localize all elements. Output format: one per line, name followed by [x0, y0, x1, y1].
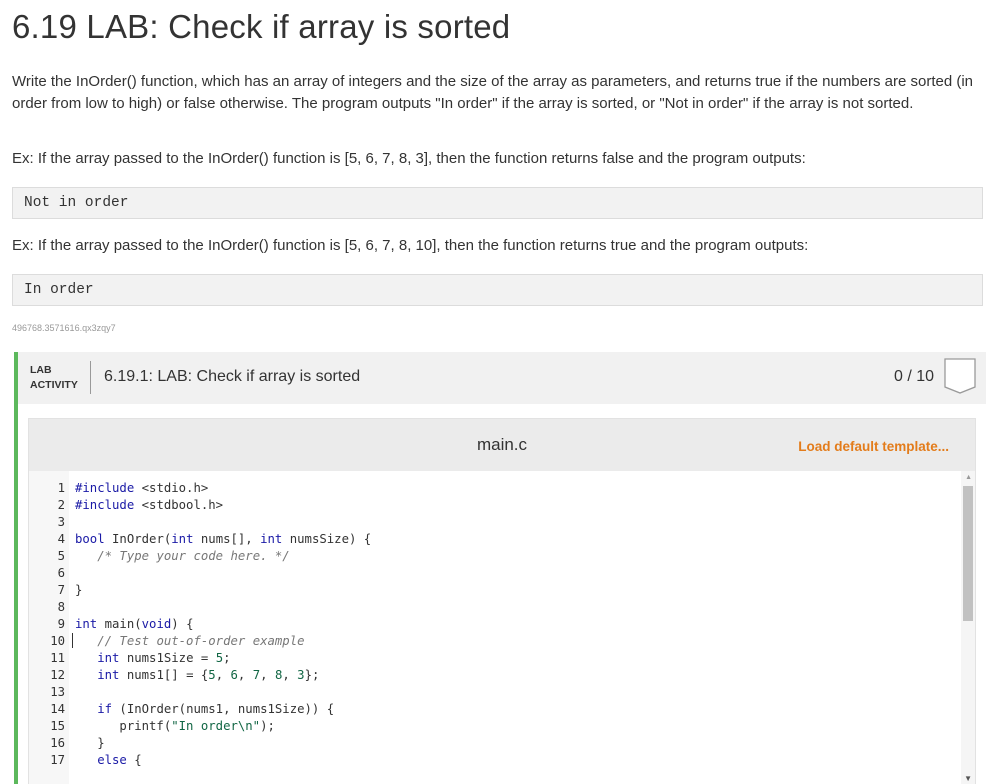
line-number: 12 — [50, 668, 65, 682]
code-line: 6 — [29, 565, 959, 582]
lab-title: 6.19.1: LAB: Check if array is sorted — [104, 368, 361, 385]
text-cursor — [72, 633, 73, 648]
line-number: 6 — [57, 566, 65, 580]
lab-tag-line2: ACTIVITY — [30, 379, 78, 391]
code-area[interactable]: 1 #include <stdio.h> 2 #include <stdbool.h… — [29, 471, 975, 784]
code-line: 12 int nums1[] = {5, 6, 7, 8, 3}; — [29, 667, 959, 684]
code-line: 14 if (InOrder(nums1, nums1Size)) { — [29, 701, 959, 718]
code-line: 9 int main(void) { — [29, 616, 959, 633]
example-1-output: Not in order — [12, 187, 983, 219]
line-number: 5 — [57, 549, 65, 563]
code-line: 8 — [29, 599, 959, 616]
line-number: 15 — [50, 719, 65, 733]
code-line: 16 } — [29, 735, 959, 752]
example-2-text: Ex: If the array passed to the InOrder()… — [12, 237, 809, 254]
activity-hash: 496768.3571616.qx3zqy7 — [12, 323, 116, 333]
code-line: 11 int nums1Size = 5; — [29, 650, 959, 667]
lab-activity-tag: LAB ACTIVITY — [30, 363, 78, 393]
code-lines: 1 #include <stdio.h> 2 #include <stdbool.h… — [29, 480, 959, 769]
line-number: 10 — [50, 634, 65, 648]
line-number: 17 — [50, 753, 65, 767]
load-default-template-link[interactable]: Load default template... — [798, 439, 949, 454]
code-line: 4 bool InOrder(int nums[], int numsSize) … — [29, 531, 959, 548]
code-line: 2 #include <stdbool.h> — [29, 497, 959, 514]
line-number: 7 — [57, 583, 65, 597]
line-number: 13 — [50, 685, 65, 699]
line-number: 16 — [50, 736, 65, 750]
code-line: 7} — [29, 582, 959, 599]
code-line: 10 // Test out-of-order example — [29, 633, 959, 650]
code-line: 13 — [29, 684, 959, 701]
line-number: 14 — [50, 702, 65, 716]
scroll-thumb[interactable] — [963, 486, 973, 621]
line-number: 3 — [57, 515, 65, 529]
line-number: 8 — [57, 600, 65, 614]
example-1-text: Ex: If the array passed to the InOrder()… — [12, 150, 806, 167]
code-line: 1 #include <stdio.h> — [29, 480, 959, 497]
line-number: 4 — [57, 532, 65, 546]
completion-badge-icon — [944, 358, 976, 394]
scroll-up-arrow-icon[interactable]: ▲ — [965, 474, 972, 481]
lab-header-divider — [90, 361, 91, 394]
line-number: 1 — [57, 481, 65, 495]
line-number: 9 — [57, 617, 65, 631]
editor-header: main.c Load default template... — [29, 419, 975, 471]
lab-activity: LAB ACTIVITY 6.19.1: LAB: Check if array… — [14, 352, 986, 784]
page-title: 6.19 LAB: Check if array is sorted — [12, 8, 511, 45]
lab-body: main.c Load default template... 1 #includ… — [18, 404, 986, 784]
line-number: 2 — [57, 498, 65, 512]
lab-description: Write the InOrder() function, which has … — [12, 73, 974, 112]
code-line: 5 /* Type your code here. */ — [29, 548, 959, 565]
lab-score: 0 / 10 — [893, 368, 934, 385]
scroll-down-arrow-icon[interactable]: ▼ — [964, 774, 972, 783]
code-editor: main.c Load default template... 1 #includ… — [28, 418, 976, 784]
editor-scrollbar[interactable]: ▲ ▼ — [961, 471, 975, 784]
line-number: 11 — [50, 651, 65, 665]
lab-tag-line1: LAB — [30, 364, 52, 376]
code-line: 15 printf("In order\n"); — [29, 718, 959, 735]
example-2-output: In order — [12, 274, 983, 306]
code-line: 17 else { — [29, 752, 959, 769]
code-line: 3 — [29, 514, 959, 531]
lab-header: LAB ACTIVITY 6.19.1: LAB: Check if array… — [18, 352, 986, 404]
